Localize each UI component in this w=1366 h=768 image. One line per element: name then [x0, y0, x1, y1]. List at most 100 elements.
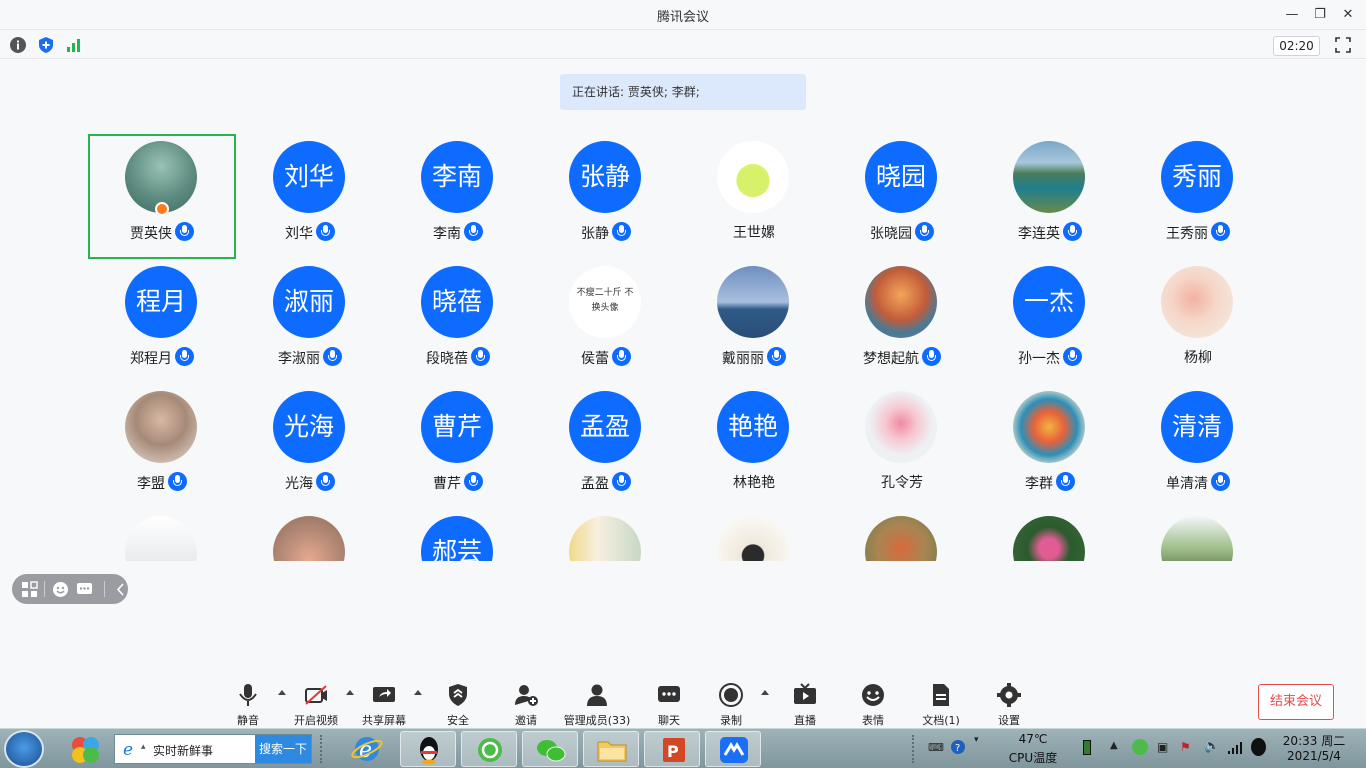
signal-icon[interactable] — [65, 36, 83, 54]
taskbar-app-360[interactable] — [461, 731, 517, 767]
participant-tile[interactable]: 李连英 — [976, 134, 1124, 259]
taskbar-app-colorful[interactable] — [58, 731, 114, 767]
toolbar-invite-button[interactable]: 邀请 — [486, 682, 566, 728]
participant-name-line: 梦想起航 — [828, 347, 976, 368]
taskbar-app-ie[interactable]: e — [339, 731, 395, 767]
show-hidden-icons-icon[interactable]: ▲ — [1110, 740, 1118, 751]
start-button[interactable] — [4, 730, 44, 768]
microphone-icon — [1056, 472, 1075, 491]
participant-name-line: 张静 — [532, 222, 680, 243]
flag-error-icon[interactable]: ⚑ — [1180, 740, 1191, 754]
participant-tile[interactable]: 曹芹 曹芹 — [384, 384, 532, 509]
document-icon — [933, 684, 949, 706]
participant-name-line: 孔令芳 — [828, 472, 976, 492]
avatar: 刘华 — [273, 141, 345, 213]
participant-tile[interactable] — [532, 509, 680, 561]
toolbar-gear-button[interactable]: 设置 — [969, 682, 1049, 728]
participant-tile[interactable]: 李南 李南 — [384, 134, 532, 259]
floating-toolbar — [12, 574, 128, 604]
toolbar-members-button[interactable]: 管理成员(33) — [557, 682, 637, 728]
participant-tile[interactable]: 刘华 刘华 — [236, 134, 384, 259]
info-icon[interactable] — [9, 36, 27, 54]
meeting-timer: 02:20 — [1273, 36, 1320, 56]
layout-icon[interactable] — [21, 581, 38, 598]
tray-360-icon[interactable] — [1132, 739, 1148, 755]
keyboard-icon[interactable]: ⌨ — [928, 741, 944, 754]
taskbar-app-qq[interactable] — [400, 731, 456, 767]
close-button[interactable]: ✕ — [1335, 4, 1361, 26]
end-meeting-button[interactable]: 结束会议 — [1258, 684, 1334, 720]
avatar: 晓蓓 — [421, 266, 493, 338]
participant-tile[interactable] — [1124, 509, 1272, 561]
participant-tile[interactable]: 不瘦二十斤 不换头像 侯蕾 — [532, 259, 680, 384]
participant-name: 贾英侠 — [130, 226, 172, 242]
toolbar-record-button[interactable]: 录制 — [691, 682, 771, 728]
ie-browser-icon: e — [351, 737, 383, 763]
avatar: 曹芹 — [421, 391, 493, 463]
participant-tile[interactable]: 杨柳 — [1124, 259, 1272, 384]
participant-tile[interactable]: 晓园 张晓园 — [828, 134, 976, 259]
toolbar-share-screen-button[interactable]: 共享屏幕 — [344, 682, 424, 728]
participant-tile[interactable]: 张静 张静 — [532, 134, 680, 259]
emoji-icon[interactable] — [52, 581, 69, 598]
participant-tile[interactable] — [828, 509, 976, 561]
participant-tile[interactable]: 王世嫘 — [680, 134, 828, 259]
microphone-icon — [175, 347, 194, 366]
participant-tile[interactable]: 郝芸 — [384, 509, 532, 561]
participant-tile[interactable]: 孟盈 孟盈 — [532, 384, 680, 509]
participant-tile[interactable]: 程月 郑程月 — [88, 259, 236, 384]
language-arrow-icon[interactable]: ▾ — [974, 735, 979, 745]
participant-name: 李群 — [1025, 476, 1053, 492]
taskbar-app-tencent-meeting[interactable] — [705, 731, 761, 767]
avatar-photo-sea — [717, 266, 789, 338]
chevron-left-icon[interactable] — [116, 582, 126, 597]
toolbar-label: 文档(1) — [922, 714, 960, 727]
taskbar-app-wechat[interactable] — [522, 731, 578, 767]
volume-icon[interactable]: 🔈 — [1204, 739, 1220, 754]
network-device-icon[interactable]: ▣ — [1157, 740, 1168, 754]
svg-text:?: ? — [955, 743, 960, 754]
help-icon[interactable]: ? — [950, 739, 966, 755]
participant-tile[interactable]: 光海 光海 — [236, 384, 384, 509]
participant-tile[interactable]: 晓蓓 段晓蓓 — [384, 259, 532, 384]
participant-name: 王世嫘 — [733, 225, 775, 241]
avatar-photo-lemon-drink — [717, 141, 789, 213]
minimize-button[interactable]: — — [1279, 4, 1305, 26]
avatar: 淑丽 — [273, 266, 345, 338]
microphone-icon — [1211, 222, 1230, 241]
tray-qq-icon[interactable] — [1251, 738, 1266, 756]
participant-tile[interactable] — [680, 509, 828, 561]
shield-icon[interactable] — [37, 36, 55, 54]
participant-tile[interactable]: 艳艳 林艳艳 — [680, 384, 828, 509]
taskbar-app-explorer[interactable] — [583, 731, 639, 767]
participant-tile[interactable]: 戴丽丽 — [680, 259, 828, 384]
microphone-icon — [767, 347, 786, 366]
participant-tile[interactable] — [88, 509, 236, 561]
participant-tile[interactable]: 梦想起航 — [828, 259, 976, 384]
search-button[interactable]: 搜索一下 — [255, 735, 311, 763]
participant-tile[interactable] — [236, 509, 384, 561]
participant-tile[interactable] — [976, 509, 1124, 561]
chat-icon[interactable] — [76, 581, 93, 598]
toolbar-label: 静音 — [237, 714, 259, 727]
restore-button[interactable]: ❐ — [1307, 4, 1333, 26]
taskbar-app-powerpoint[interactable]: P — [644, 731, 700, 767]
participant-tile[interactable]: 贾英侠 — [88, 134, 236, 259]
participant-tile[interactable]: 淑丽 李淑丽 — [236, 259, 384, 384]
participant-tile[interactable]: 孔令芳 — [828, 384, 976, 509]
live-icon — [794, 683, 816, 704]
wifi-signal-icon[interactable] — [1227, 741, 1243, 755]
participant-tile[interactable]: 李盟 — [88, 384, 236, 509]
microphone-icon — [612, 472, 631, 491]
battery-icon[interactable] — [1083, 740, 1091, 755]
fullscreen-icon[interactable] — [1334, 36, 1352, 54]
participant-tile[interactable]: 一杰 孙一杰 — [976, 259, 1124, 384]
participant-name: 郑程月 — [130, 351, 172, 367]
participant-tile[interactable]: 清清 单清清 — [1124, 384, 1272, 509]
avatar-photo-cartoon — [717, 516, 789, 561]
taskbar-search[interactable]: e ▴ 实时新鲜事 搜索一下 — [114, 734, 312, 764]
dropdown-caret-icon: ▴ — [141, 742, 146, 752]
participant-tile[interactable]: 李群 — [976, 384, 1124, 509]
gear-icon — [997, 683, 1021, 707]
participant-tile[interactable]: 秀丽 王秀丽 — [1124, 134, 1272, 259]
